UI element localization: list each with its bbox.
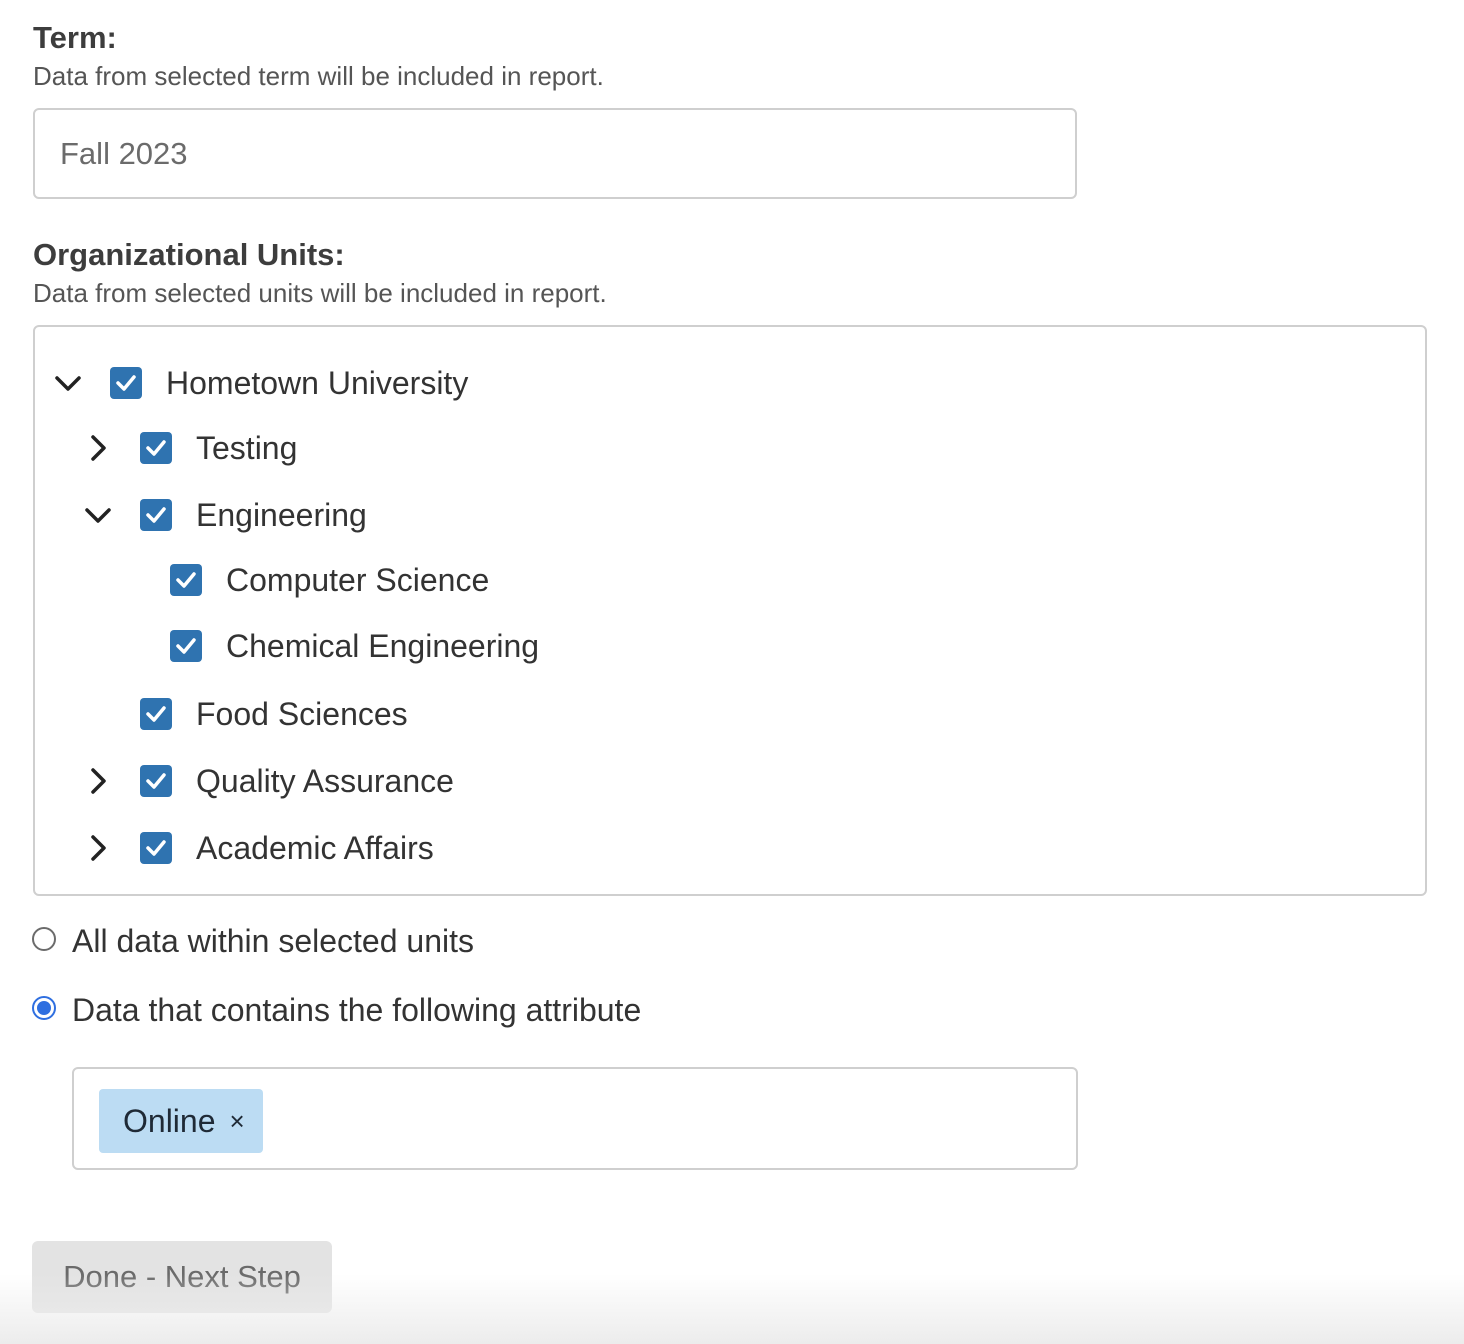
tree-label: Academic Affairs [196, 830, 434, 866]
attribute-input[interactable]: Online × [72, 1067, 1078, 1170]
tree-item-food-sciences: Food Sciences [35, 692, 1425, 736]
done-next-step-button[interactable]: Done - Next Step [32, 1241, 332, 1313]
org-units-tree: Hometown University Testing Engineering … [33, 325, 1427, 896]
chevron-down-icon[interactable] [53, 368, 83, 398]
radio-selected[interactable] [32, 996, 56, 1020]
chevron-down-icon[interactable] [83, 500, 113, 530]
radio-label-attribute-data: Data that contains the following attribu… [72, 992, 642, 1028]
tree-item-quality-assurance: Quality Assurance [35, 759, 1425, 803]
checkbox-computer-science[interactable] [170, 564, 202, 596]
tree-label: Engineering [196, 497, 367, 533]
units-heading: Organizational Units: [33, 237, 345, 272]
tree-label: Hometown University [166, 365, 469, 401]
tree-item-hometown-university: Hometown University [35, 361, 1425, 405]
term-description: Data from selected term will be included… [33, 61, 604, 91]
tree-label: Food Sciences [196, 696, 408, 732]
chevron-right-icon[interactable] [83, 833, 113, 863]
chip-label: Online [123, 1102, 216, 1139]
checkbox-testing[interactable] [140, 432, 172, 464]
tree-item-engineering: Engineering [35, 493, 1425, 537]
close-icon[interactable]: × [230, 1106, 245, 1137]
radio-label-all-data: All data within selected units [72, 923, 474, 959]
tree-item-testing: Testing [35, 426, 1425, 470]
term-field[interactable]: Fall 2023 [33, 108, 1077, 199]
term-heading: Term: [33, 20, 117, 55]
chevron-right-icon[interactable] [83, 766, 113, 796]
tree-label: Chemical Engineering [226, 628, 540, 664]
checkbox-quality-assurance[interactable] [140, 765, 172, 797]
tree-label: Testing [196, 430, 298, 466]
tree-label: Quality Assurance [196, 763, 454, 799]
radio-all-data[interactable]: All data within selected units [32, 919, 732, 963]
units-description: Data from selected units will be include… [33, 278, 607, 308]
radio-unselected[interactable] [32, 927, 56, 951]
checkbox-engineering[interactable] [140, 499, 172, 531]
attribute-chip-online: Online × [99, 1089, 263, 1153]
checkbox-food-sciences[interactable] [140, 698, 172, 730]
checkbox-academic-affairs[interactable] [140, 832, 172, 864]
tree-item-computer-science: Computer Science [35, 558, 1425, 602]
chevron-right-icon[interactable] [83, 433, 113, 463]
term-value: Fall 2023 [60, 136, 188, 171]
radio-attribute-data[interactable]: Data that contains the following attribu… [32, 988, 732, 1032]
tree-item-academic-affairs: Academic Affairs [35, 826, 1425, 870]
tree-item-chemical-engineering: Chemical Engineering [35, 624, 1425, 668]
checkbox-hometown-university[interactable] [110, 367, 142, 399]
checkbox-chemical-engineering[interactable] [170, 630, 202, 662]
tree-label: Computer Science [226, 562, 490, 598]
